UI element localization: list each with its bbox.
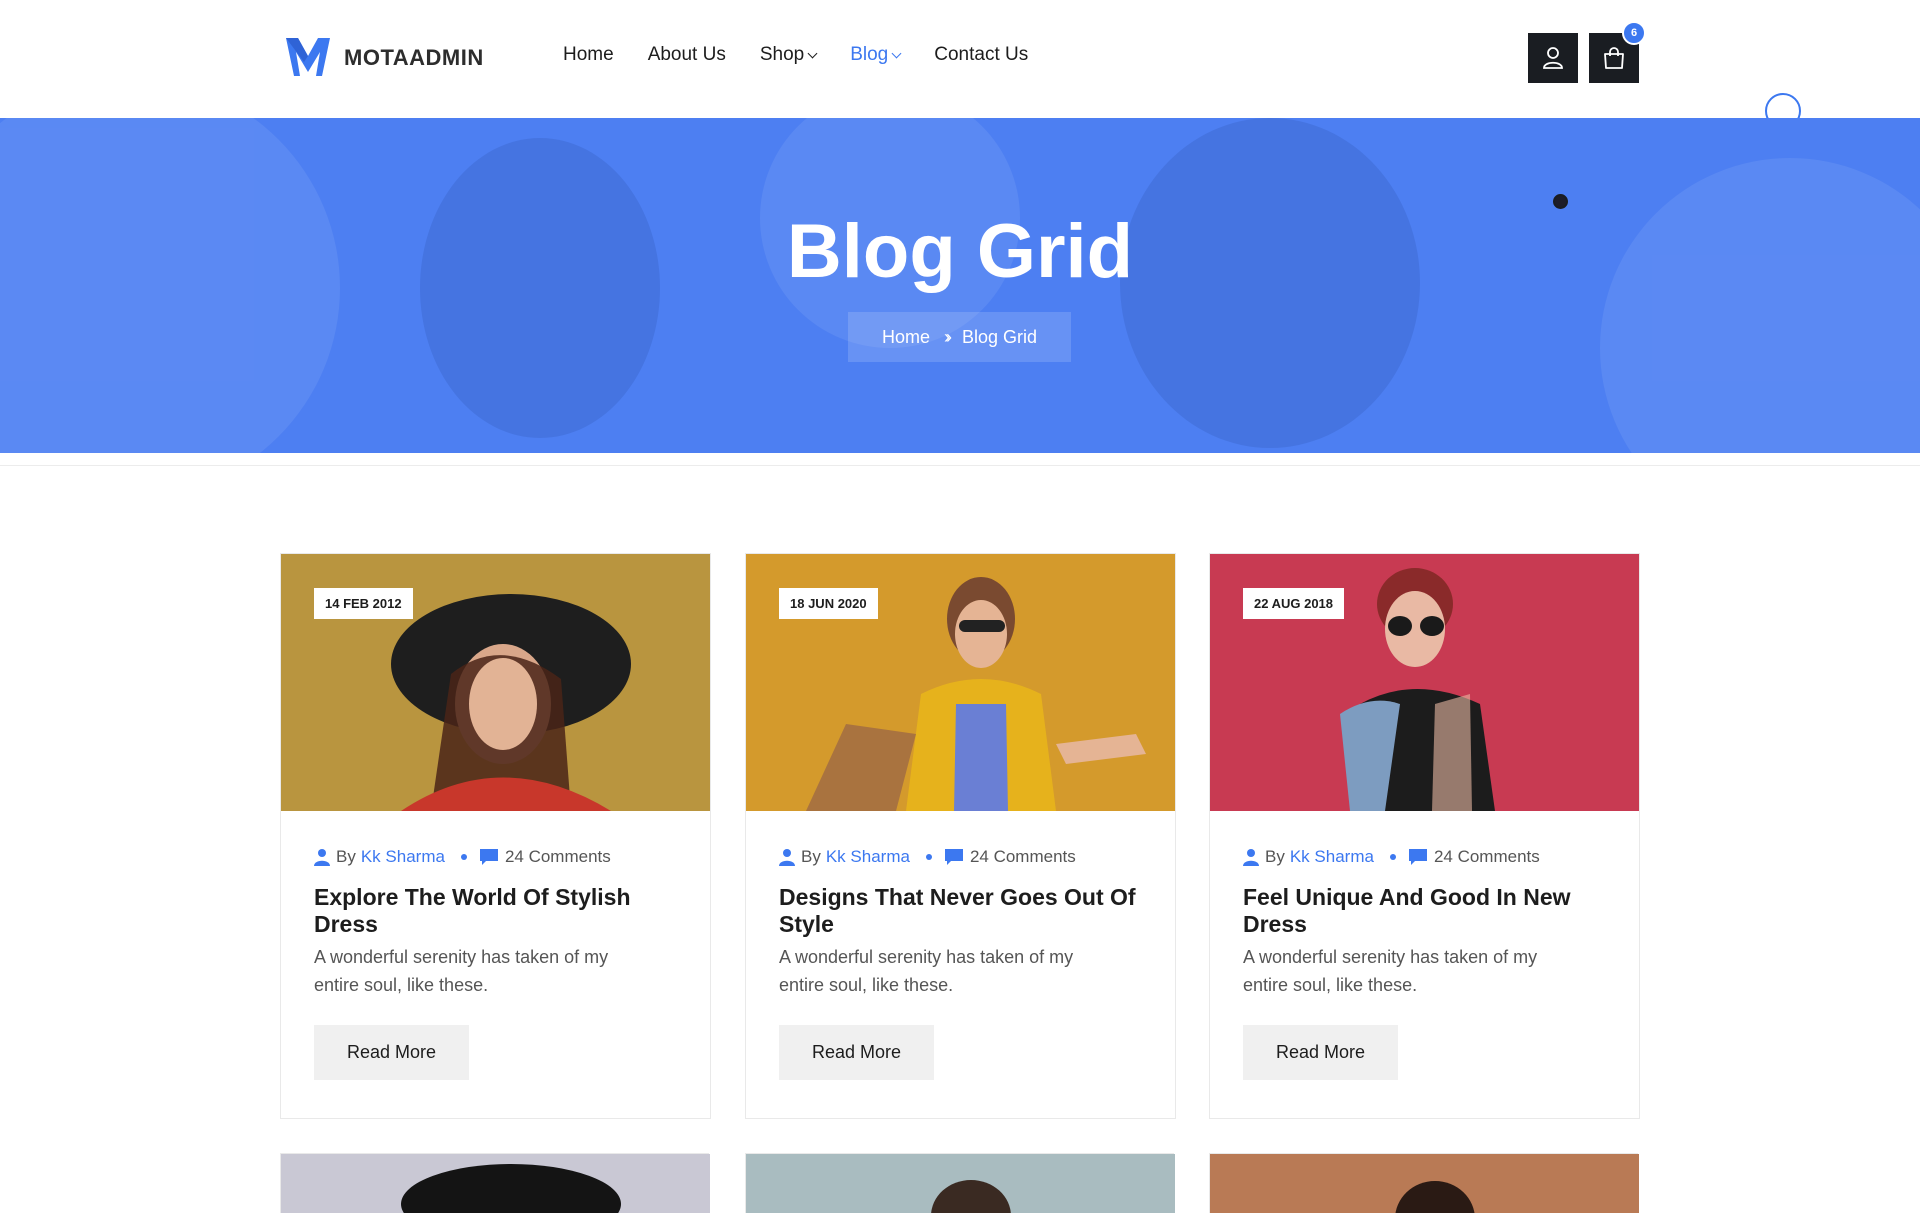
nav-item-about[interactable]: About Us [648,44,726,66]
page-hero: Blog Grid Home ›› Blog Grid [0,118,1920,453]
nav-item-home[interactable]: Home [563,44,614,66]
account-button[interactable] [1528,33,1578,83]
double-chevron-right-icon: ›› [943,326,952,347]
cart-count-badge: 6 [1622,21,1646,45]
blog-card [1209,1153,1640,1213]
blog-card-image[interactable] [280,1153,710,1213]
blog-card: 18 JUN 2020 By Kk Sharma 24 Comments Des… [745,553,1176,1119]
section-divider [0,453,1920,466]
nav-item-shop[interactable]: Shop [759,44,818,66]
logo[interactable]: MOTAADMIN [282,32,484,84]
read-more-button[interactable]: Read More [779,1025,934,1080]
post-excerpt: A wonderful serenity has taken of my ent… [314,947,609,995]
user-icon [779,848,795,866]
author-link[interactable]: Kk Sharma [361,847,445,867]
post-title[interactable]: Explore The World Of Stylish Dress [314,884,684,938]
blog-card [280,1153,711,1213]
by-label: By [801,847,821,866]
read-more-button[interactable]: Read More [314,1025,469,1080]
blog-card-image[interactable] [1209,1153,1639,1213]
meta-separator [460,854,467,860]
blog-card-image[interactable] [745,1153,1175,1213]
nav-label: About Us [647,44,726,65]
post-photo [281,1154,710,1213]
post-photo [1210,1154,1639,1213]
by-label: By [336,847,356,866]
blog-card-image[interactable]: 18 JUN 2020 [746,554,1175,811]
shopping-bag-icon [1604,47,1624,69]
meta-separator [1389,854,1396,860]
comment-icon [1408,848,1428,866]
blog-card: 22 AUG 2018 By Kk Sharma 24 Comments Fee… [1209,553,1640,1119]
post-meta: By Kk Sharma 24 Comments [779,847,1076,867]
main-nav: Home About Us Shop Blog Contact Us [563,44,1062,66]
logo-mark-icon [286,38,330,76]
page-title: Blog Grid [786,209,1134,294]
post-date-badge: 22 AUG 2018 [1243,588,1345,619]
blog-card [745,1153,1176,1213]
nav-label: Home [563,44,614,65]
post-date-badge: 18 JUN 2020 [779,588,878,619]
user-icon [1243,848,1259,866]
comments-link[interactable]: 24 Comments [970,847,1076,867]
chevron-down-icon [891,48,902,58]
by-label: By [1265,847,1285,866]
decorative-dot [1553,194,1568,209]
chevron-down-icon [807,48,818,58]
post-meta: By Kk Sharma 24 Comments [314,847,611,867]
site-header: MOTAADMIN Home About Us Shop Blog Contac… [0,0,1920,129]
breadcrumb-home-link[interactable]: Home [882,327,930,348]
nav-label: Contact Us [934,44,1029,65]
comment-icon [479,848,499,866]
comments-link[interactable]: 24 Comments [1434,847,1540,867]
nav-item-blog[interactable]: Blog [850,44,902,66]
post-photo [746,1154,1175,1213]
blog-card-image[interactable]: 22 AUG 2018 [1210,554,1639,811]
post-excerpt: A wonderful serenity has taken of my ent… [1243,947,1538,995]
user-icon [314,848,330,866]
brand-name: MOTAADMIN [344,45,484,70]
post-title[interactable]: Feel Unique And Good In New Dress [1243,884,1613,938]
comments-link[interactable]: 24 Comments [505,847,611,867]
nav-label: Blog [850,44,889,65]
post-title[interactable]: Designs That Never Goes Out Of Style [779,884,1149,938]
author-link[interactable]: Kk Sharma [1290,847,1374,867]
post-meta: By Kk Sharma 24 Comments [1243,847,1540,867]
comment-icon [944,848,964,866]
nav-label: Shop [759,44,805,65]
user-icon [1543,47,1563,69]
breadcrumb: Home ›› Blog Grid [848,312,1071,362]
read-more-button[interactable]: Read More [1243,1025,1398,1080]
meta-separator [925,854,932,860]
hero-background-shape [1600,158,1920,453]
breadcrumb-current: Blog Grid [961,326,1038,347]
author-link[interactable]: Kk Sharma [826,847,910,867]
blog-card: 14 FEB 2012 By Kk Sharma 24 Comments Exp… [280,553,711,1119]
blog-card-image[interactable]: 14 FEB 2012 [281,554,710,811]
nav-item-contact[interactable]: Contact Us [934,44,1028,66]
post-excerpt: A wonderful serenity has taken of my ent… [779,947,1074,995]
post-date-badge: 14 FEB 2012 [314,588,413,619]
